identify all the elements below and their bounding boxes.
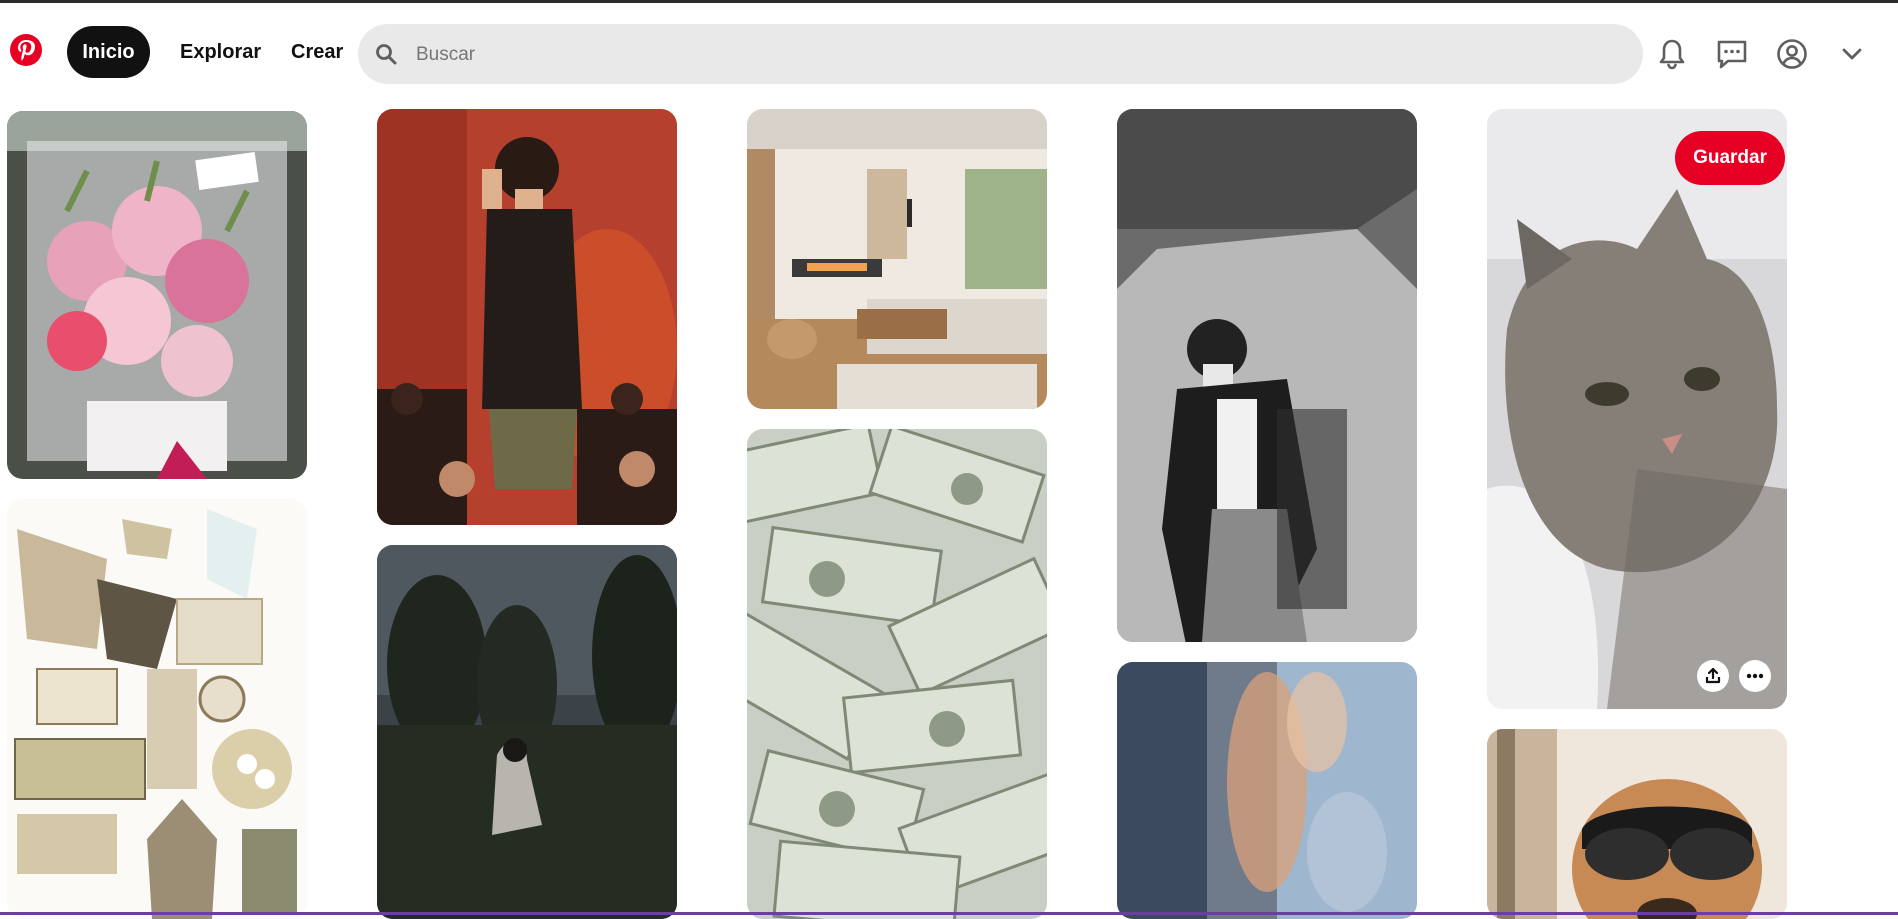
pin-bw-portrait[interactable] xyxy=(1117,109,1417,642)
search-bar[interactable] xyxy=(358,24,1643,86)
messages-icon[interactable] xyxy=(1714,36,1750,72)
pin-flower-bouquet[interactable] xyxy=(7,111,307,479)
pin-image xyxy=(747,429,1047,919)
share-button[interactable] xyxy=(1697,660,1729,692)
share-icon xyxy=(1705,667,1721,684)
nav-create-tab[interactable]: Crear xyxy=(291,26,343,78)
pin-cat[interactable]: Guardar xyxy=(1487,109,1787,709)
nav-home-tab[interactable]: Inicio xyxy=(67,26,150,78)
pin-dog-sunglasses[interactable] xyxy=(1487,729,1787,919)
pin-image xyxy=(1487,109,1787,709)
pin-image xyxy=(1117,109,1417,642)
nav-explore-tab[interactable]: Explorar xyxy=(180,26,261,78)
pin-dollar-bills[interactable] xyxy=(747,429,1047,919)
search-input[interactable] xyxy=(414,24,1618,86)
pin-sunset-sea[interactable] xyxy=(1117,662,1417,919)
chevron-down-icon[interactable] xyxy=(1834,36,1870,72)
pin-image xyxy=(377,109,677,525)
top-navigation-bar: Inicio Explorar Crear xyxy=(0,3,1898,99)
pin-living-room[interactable] xyxy=(747,109,1047,409)
account-icon[interactable] xyxy=(1774,36,1810,72)
pin-image xyxy=(7,499,307,919)
pin-vintage-collage[interactable] xyxy=(7,499,307,919)
pin-dark-field[interactable] xyxy=(377,545,677,919)
pin-performer[interactable] xyxy=(377,109,677,525)
pin-image xyxy=(377,545,677,919)
pin-image xyxy=(1117,662,1417,919)
search-icon xyxy=(376,44,397,65)
save-button[interactable]: Guardar xyxy=(1675,131,1785,185)
pinterest-logo-icon[interactable] xyxy=(10,34,42,66)
bell-icon[interactable] xyxy=(1654,36,1690,72)
pin-image xyxy=(7,111,307,479)
pin-image xyxy=(747,109,1047,409)
more-icon xyxy=(1746,673,1764,679)
pin-image xyxy=(1487,729,1787,919)
more-options-button[interactable] xyxy=(1739,660,1771,692)
